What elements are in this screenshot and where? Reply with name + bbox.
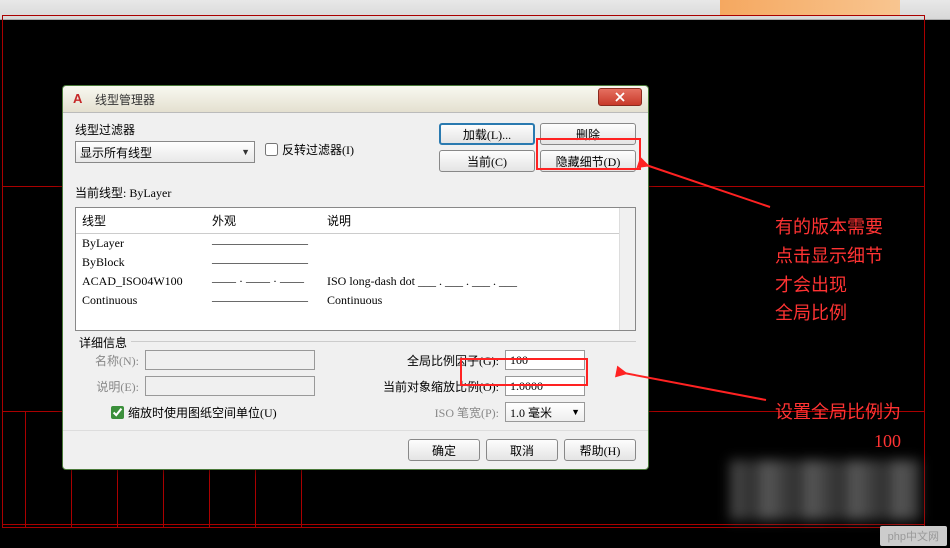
bg-accent: [720, 0, 900, 16]
hide-detail-button[interactable]: 隐藏细节(D): [540, 150, 636, 172]
chevron-down-icon: ▼: [241, 147, 250, 157]
chevron-down-icon: ▼: [571, 407, 580, 417]
current-linetype-label: 当前线型:: [75, 186, 126, 200]
table-scrollbar[interactable]: [619, 208, 635, 330]
table-row[interactable]: Continuous ———————— Continuous: [76, 291, 635, 310]
linetype-table[interactable]: 线型 外观 说明 ByLayer ———————— ByBlock ——————…: [75, 207, 636, 331]
arrow-to-hide-detail: [640, 162, 780, 217]
annotation-top: 有的版本需要 点击显示细节 才会出现 全局比例: [775, 213, 883, 328]
global-scale-label: 全局比例因子(G):: [379, 352, 499, 369]
watermark: php中文网: [880, 526, 947, 546]
close-icon: [615, 92, 625, 102]
current-linetype-value: ByLayer: [129, 186, 171, 200]
name-input: [145, 350, 315, 370]
object-scale-input[interactable]: [505, 376, 585, 396]
annotation-bottom: 设置全局比例为 100: [775, 398, 901, 456]
invert-filter-label: 反转过滤器(I): [282, 141, 354, 158]
filter-label: 线型过滤器: [75, 121, 255, 138]
filter-row: 线型过滤器 显示所有线型 ▼ 反转过滤器(I) 加载(L)... 删除 当前(C…: [75, 121, 636, 172]
name-label: 名称(N):: [75, 352, 139, 369]
col-name: 线型: [76, 208, 206, 233]
col-appearance: 外观: [206, 208, 321, 233]
dialog-title: 线型管理器: [95, 91, 598, 108]
detail-title: 详细信息: [75, 334, 131, 351]
dialog-footer: 确定 取消 帮助(H): [63, 430, 648, 469]
right-buttons: 加载(L)... 删除 当前(C) 隐藏细节(D): [439, 121, 636, 172]
ok-button[interactable]: 确定: [408, 439, 480, 461]
detail-section: 详细信息 名称(N): 全局比例因子(G): 说明(E): 当前对象缩放比例(O…: [75, 341, 636, 422]
autocad-icon: [73, 91, 89, 107]
dialog-body: 线型过滤器 显示所有线型 ▼ 反转过滤器(I) 加载(L)... 删除 当前(C…: [63, 113, 648, 430]
delete-button[interactable]: 删除: [540, 123, 636, 145]
table-header: 线型 外观 说明: [76, 208, 635, 234]
close-button[interactable]: [598, 88, 642, 106]
filter-combo[interactable]: 显示所有线型 ▼: [75, 141, 255, 163]
table-row[interactable]: ACAD_ISO04W100 —— · —— · —— ISO long-das…: [76, 272, 635, 291]
linetype-manager-dialog: 线型管理器 线型过滤器 显示所有线型 ▼ 反转过滤器(I) 加载(L)... 删…: [62, 85, 649, 470]
paper-units-checkbox[interactable]: 缩放时使用图纸空间单位(U): [111, 404, 373, 421]
paper-units-label: 缩放时使用图纸空间单位(U): [128, 404, 277, 421]
current-linetype: 当前线型: ByLayer: [75, 184, 636, 201]
col-desc: 说明: [321, 208, 635, 233]
desc-input: [145, 376, 315, 396]
iso-pen-select[interactable]: 1.0 毫米 ▼: [505, 402, 585, 422]
filter-selected: 显示所有线型: [80, 144, 152, 161]
cancel-button[interactable]: 取消: [486, 439, 558, 461]
current-button[interactable]: 当前(C): [439, 150, 535, 172]
blurred-region: [730, 460, 920, 520]
global-scale-input[interactable]: [505, 350, 585, 370]
titlebar[interactable]: 线型管理器: [63, 86, 648, 113]
object-scale-label: 当前对象缩放比例(O):: [379, 378, 499, 395]
load-button[interactable]: 加载(L)...: [439, 123, 535, 145]
iso-pen-label: ISO 笔宽(P):: [379, 404, 499, 421]
table-row[interactable]: ByBlock ————————: [76, 253, 635, 272]
arrow-to-global-input: [618, 370, 773, 410]
help-button[interactable]: 帮助(H): [564, 439, 636, 461]
invert-filter-checkbox[interactable]: 反转过滤器(I): [265, 141, 354, 158]
table-row[interactable]: ByLayer ————————: [76, 234, 635, 253]
iso-pen-value: 1.0 毫米: [510, 404, 552, 421]
desc-label: 说明(E):: [75, 378, 139, 395]
